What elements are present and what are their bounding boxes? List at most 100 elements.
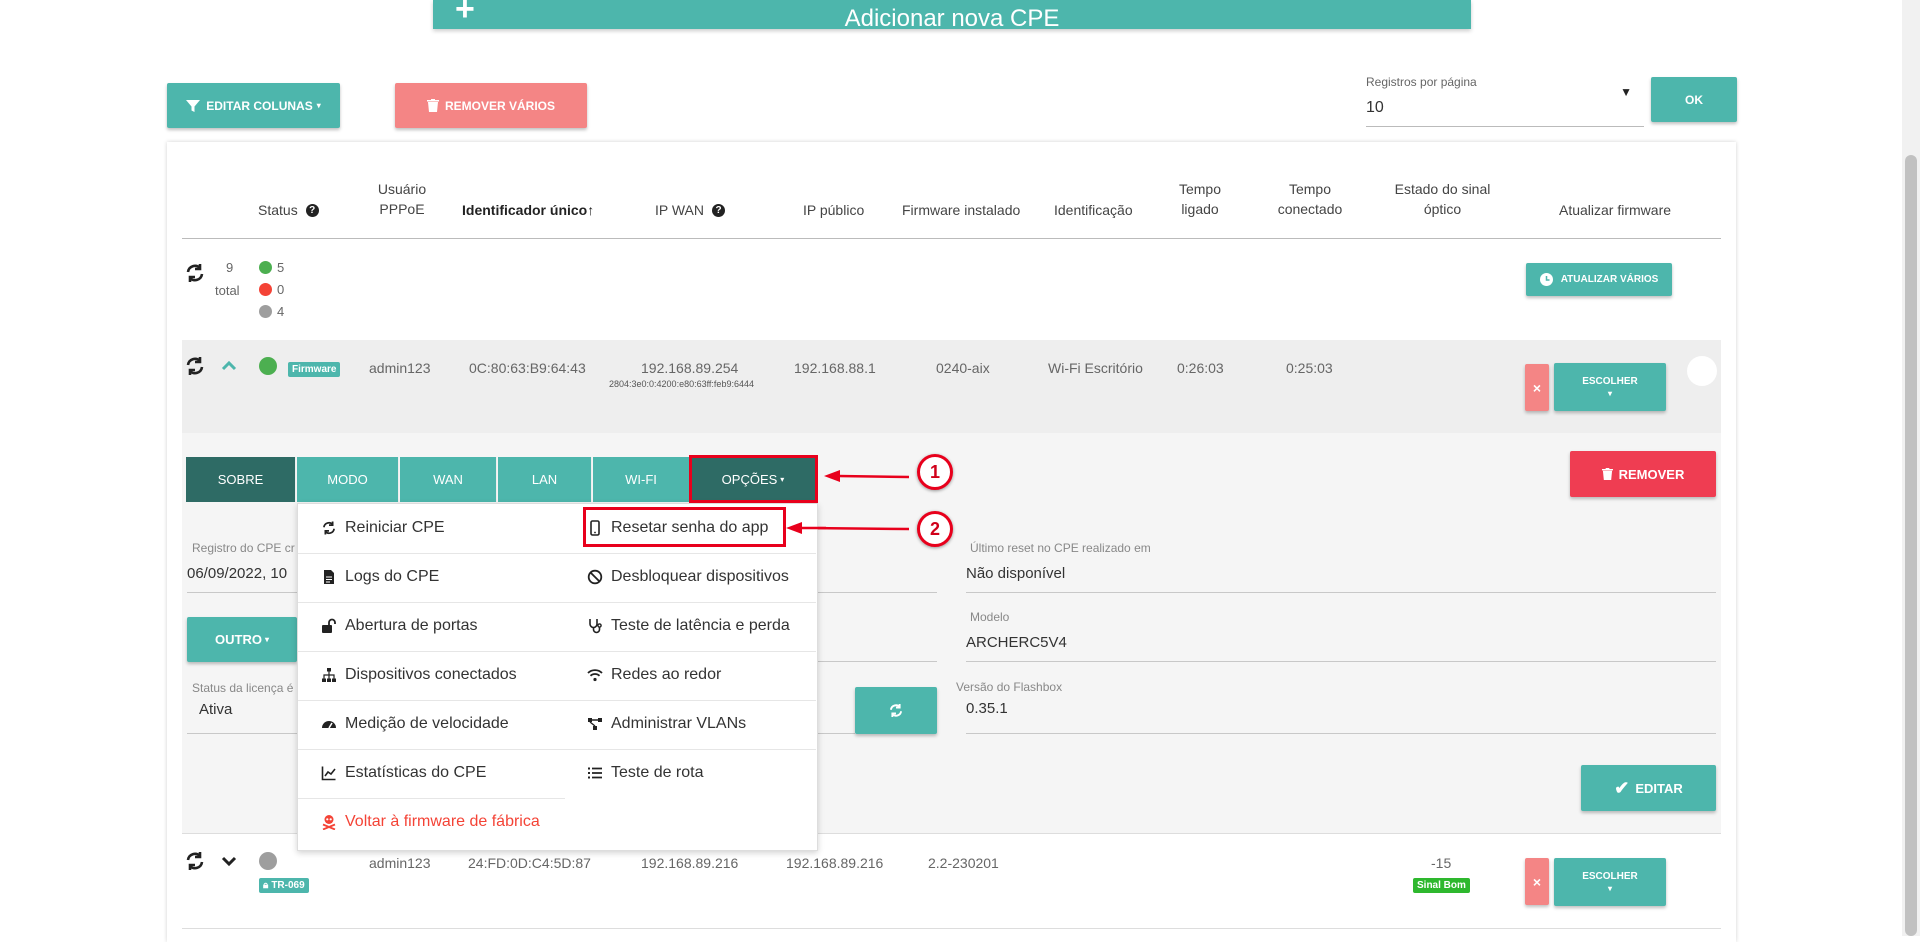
sync-icon <box>323 521 335 535</box>
ok-button[interactable]: OK <box>1651 77 1737 122</box>
skull-crossbones-icon <box>322 815 336 830</box>
row1-firmware: 0240-aix <box>936 360 990 376</box>
header-signal[interactable]: Estado do sinal óptico <box>1385 179 1500 219</box>
row1-choose-label: ESCOLHER <box>1582 376 1638 387</box>
arrow-head-icon <box>786 522 826 534</box>
field-underline <box>966 592 1716 593</box>
per-page-select[interactable]: 10 ▼ <box>1366 85 1644 127</box>
tab-wan[interactable]: WAN <box>400 457 497 502</box>
help-icon[interactable]: ? <box>712 203 726 217</box>
header-connected-line2: conectado <box>1277 201 1343 217</box>
row1-pppoe: admin123 <box>369 360 431 376</box>
filter-icon <box>186 99 201 112</box>
annotation-step-2: 2 <box>917 511 953 547</box>
status-offline-dot <box>259 283 272 296</box>
menu-item-restart-label: Reiniciar CPE <box>345 519 445 536</box>
page-scrollbar-thumb[interactable] <box>1905 155 1917 936</box>
ok-label: OK <box>1685 92 1703 107</box>
remove-button[interactable]: REMOVER <box>1570 451 1716 497</box>
edit-columns-label: EDITAR COLUNAS <box>206 98 313 113</box>
header-identification[interactable]: Identificação <box>1054 200 1133 220</box>
menu-item-connected-devices-label: Dispositivos conectados <box>345 666 517 683</box>
check-icon: ✔ <box>1614 777 1630 798</box>
menu-item-manage-vlans[interactable]: Administrar VLANs <box>587 715 746 733</box>
header-connected-line1: Tempo <box>1288 181 1332 197</box>
tab-wifi[interactable]: WI-FI <box>593 457 690 502</box>
menu-item-factory-firmware[interactable]: Voltar à firmware de fábrica <box>321 813 540 831</box>
header-ip-wan[interactable]: IP WAN ? <box>655 200 726 220</box>
refresh-icon <box>889 703 903 718</box>
other-button[interactable]: OUTRO ▾ <box>187 617 297 662</box>
chevron-down-icon[interactable] <box>221 856 237 868</box>
tab-modo[interactable]: MODO <box>297 457 399 502</box>
list-icon <box>588 767 602 779</box>
add-cpe-button[interactable]: + Adicionar nova CPE <box>433 0 1471 29</box>
chart-line-icon <box>321 766 336 781</box>
help-icon[interactable]: ? <box>305 203 319 217</box>
menu-item-unblock-devices[interactable]: Desbloquear dispositivos <box>587 568 789 586</box>
menu-item-manage-vlans-label: Administrar VLANs <box>611 715 747 732</box>
row2-choose-button[interactable]: ESCOLHER ▾ <box>1554 858 1666 906</box>
menu-item-restart[interactable]: Reiniciar CPE <box>321 519 445 537</box>
field-underline <box>187 733 297 734</box>
refresh-icon[interactable] <box>184 356 206 376</box>
header-ip-public[interactable]: IP público <box>803 200 864 220</box>
refresh-icon[interactable] <box>184 263 206 283</box>
menu-item-route-test[interactable]: Teste de rota <box>587 764 704 782</box>
tr069-badge-label: TR-069 <box>271 880 305 891</box>
header-uptime[interactable]: Tempo ligado <box>1170 179 1230 219</box>
table-row[interactable] <box>182 340 1721 433</box>
update-many-button[interactable]: ATUALIZAR VÁRIOS <box>1526 263 1672 296</box>
tab-wifi-label: WI-FI <box>625 472 657 487</box>
menu-item-nearby-networks-label: Redes ao redor <box>611 666 722 683</box>
edit-label: EDITAR <box>1635 780 1683 796</box>
row2-pppoe: admin123 <box>369 855 431 871</box>
menu-item-logs[interactable]: Logs do CPE <box>321 568 439 586</box>
row1-choose-button[interactable]: ESCOLHER ▾ <box>1554 363 1666 411</box>
update-many-label: ATUALIZAR VÁRIOS <box>1560 274 1659 285</box>
row1-ip-public: 192.168.88.1 <box>794 360 876 376</box>
menu-item-route-test-label: Teste de rota <box>611 764 704 781</box>
refresh-license-button[interactable] <box>855 687 937 734</box>
row2-cancel-button[interactable]: × <box>1525 858 1549 905</box>
row1-ip-wan: 192.168.89.254 <box>641 360 739 376</box>
annotation-highlight-options <box>689 455 818 503</box>
refresh-icon[interactable] <box>184 851 206 871</box>
close-icon: × <box>1532 379 1542 396</box>
menu-item-logs-label: Logs do CPE <box>345 568 440 585</box>
remove-many-button[interactable]: REMOVER VÁRIOS <box>395 83 587 128</box>
menu-item-nearby-networks[interactable]: Redes ao redor <box>587 666 721 684</box>
menu-item-latency-test[interactable]: Teste de latência e perda <box>587 617 790 635</box>
status-unknown-dot <box>259 852 277 870</box>
header-firmware[interactable]: Firmware instalado <box>902 200 1020 220</box>
row2-unique-id: 24:FD:0D:C4:5D:87 <box>468 855 591 871</box>
header-pppoe-line1: Usuário <box>377 181 427 197</box>
edit-columns-button[interactable]: EDITAR COLUNAS ▾ <box>167 83 340 128</box>
menu-item-port-forwarding[interactable]: Abertura de portas <box>321 617 478 635</box>
header-pppoe-line2: PPPoE <box>379 201 425 217</box>
chevron-up-icon[interactable] <box>221 359 237 371</box>
menu-item-speed-test[interactable]: Medição de velocidade <box>321 715 509 733</box>
status-unknown-dot <box>259 305 272 318</box>
menu-divider <box>298 700 816 701</box>
license-value: Ativa <box>199 701 233 718</box>
status-online-dot <box>259 357 277 375</box>
header-status-label: Status <box>258 202 298 218</box>
menu-item-connected-devices[interactable]: Dispositivos conectados <box>321 666 517 684</box>
field-underline <box>966 661 1716 662</box>
header-status[interactable]: Status ? <box>258 200 319 220</box>
row1-select-checkbox[interactable] <box>1687 356 1717 386</box>
header-unique-id[interactable]: Identificador único↑ <box>462 200 594 220</box>
per-page-label: Registros por página <box>1366 75 1477 89</box>
row1-cancel-button[interactable]: × <box>1525 364 1549 411</box>
header-connected[interactable]: Tempo conectado <box>1268 179 1352 219</box>
menu-item-cpe-statistics[interactable]: Estatísticas do CPE <box>321 764 486 782</box>
last-reset-label: Último reset no CPE realizado em <box>970 541 1151 555</box>
tr069-badge: 🔒︎ TR-069 <box>259 878 309 893</box>
header-pppoe[interactable]: Usuário PPPoE <box>370 179 434 219</box>
tab-lan[interactable]: LAN <box>498 457 592 502</box>
header-ip-wan-label: IP WAN <box>655 202 705 218</box>
edit-button[interactable]: ✔ EDITAR <box>1581 765 1716 811</box>
file-text-icon <box>324 570 334 584</box>
tab-sobre[interactable]: SOBRE <box>186 457 296 502</box>
